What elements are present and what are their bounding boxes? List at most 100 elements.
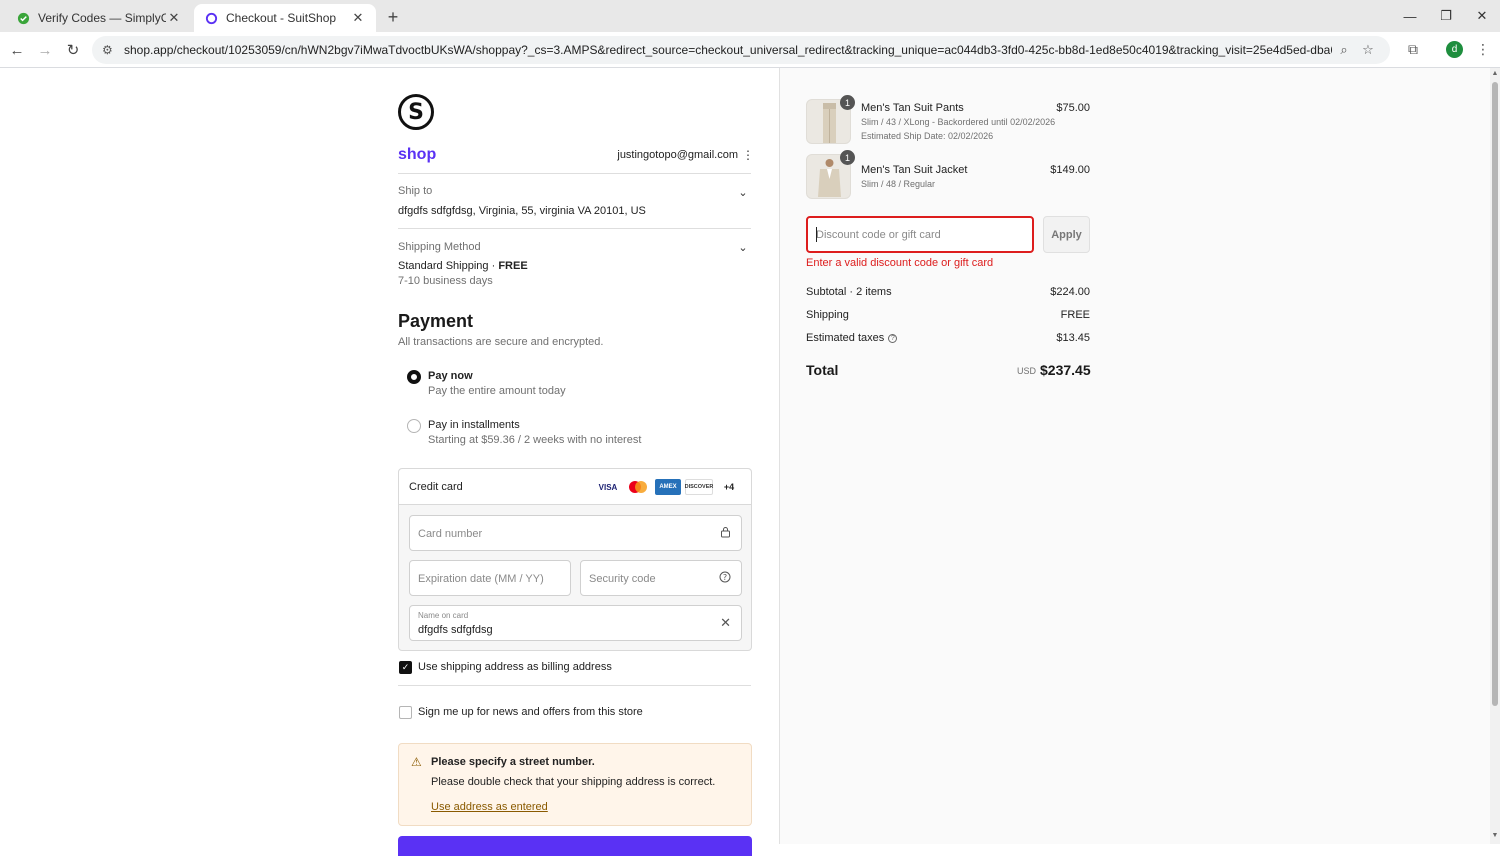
credit-card-header[interactable]: Credit card VISA AMEX DISCOVER +4 <box>399 469 751 505</box>
tab-title: Checkout - SuitShop <box>226 11 337 25</box>
scrollbar-thumb[interactable] <box>1492 82 1498 706</box>
shipping-method-label: Shipping Method <box>398 241 481 253</box>
close-tab-icon[interactable]: ✕ <box>166 10 182 26</box>
billing-same-checkbox[interactable]: ✓ <box>399 661 412 674</box>
pay-installments-radio[interactable] <box>407 419 421 433</box>
taxes-row: Estimated taxes? <box>806 332 898 344</box>
tab-bar: Verify Codes — SimplyCodes ✕ Checkout - … <box>0 0 1500 32</box>
pay-now-radio[interactable] <box>407 370 421 384</box>
item-price: $75.00 <box>1056 102 1090 114</box>
divider <box>398 685 751 686</box>
back-icon[interactable]: ← <box>5 38 29 62</box>
url-text[interactable]: shop.app/checkout/10253059/cn/hWN2bgv7iM… <box>124 43 1332 57</box>
expiration-placeholder: Expiration date (MM / YY) <box>418 573 544 585</box>
expiration-date-input[interactable]: Expiration date (MM / YY) <box>409 560 571 596</box>
separator: · <box>491 260 496 272</box>
discover-icon: DISCOVER <box>685 479 713 495</box>
mastercard-icon <box>625 479 651 495</box>
account-menu-icon[interactable]: ⋮ <box>742 148 754 162</box>
billing-same-label[interactable]: Use shipping address as billing address <box>418 661 612 673</box>
amex-icon: AMEX <box>655 479 681 495</box>
lock-icon <box>720 526 731 541</box>
payment-subtitle: All transactions are secure and encrypte… <box>398 336 604 348</box>
tab-verify-codes[interactable]: Verify Codes — SimplyCodes ✕ <box>6 4 192 32</box>
pay-installments-subtitle: Starting at $59.36 / 2 weeks with no int… <box>428 434 642 446</box>
shipping-eta: 7-10 business days <box>398 275 493 287</box>
tab-title: Verify Codes — SimplyCodes <box>38 11 166 25</box>
reload-icon[interactable]: ↻ <box>61 38 85 62</box>
subtotal-value: $224.00 <box>1050 286 1090 298</box>
site-info-icon[interactable]: ⚙ <box>102 43 120 57</box>
account-email: justingotopo@gmail.com <box>617 149 738 161</box>
tab-checkout[interactable]: Checkout - SuitShop ✕ <box>194 4 376 32</box>
address-warning-banner: ⚠ Please specify a street number. Please… <box>398 743 752 826</box>
warning-body: Please double check that your shipping a… <box>431 776 716 788</box>
zoom-icon[interactable]: ⌕ <box>1332 42 1356 58</box>
item-price: $149.00 <box>1050 164 1090 176</box>
profile-avatar[interactable]: d <box>1446 41 1463 58</box>
new-tab-icon[interactable]: + <box>382 6 404 28</box>
credit-card-panel: Credit card VISA AMEX DISCOVER +4 Card n… <box>398 468 752 651</box>
total-currency: USD <box>1016 366 1036 376</box>
ship-to-label: Ship to <box>398 185 433 197</box>
quantity-badge: 1 <box>840 95 855 110</box>
simplycodes-favicon-icon <box>16 11 30 25</box>
name-on-card-input[interactable]: Name on card dfgdfs sdfgfdsg ✕ <box>409 605 742 641</box>
address-bar[interactable]: ⚙ shop.app/checkout/10253059/cn/hWN2bgv7… <box>92 36 1390 64</box>
store-logo: S <box>398 94 434 130</box>
payment-title: Payment <box>398 311 474 331</box>
svg-text:?: ? <box>723 573 727 582</box>
restore-icon[interactable]: ❐ <box>1428 0 1464 32</box>
shop-pay-logo: shop <box>398 146 437 163</box>
item-name: Men's Tan Suit Pants <box>861 102 964 114</box>
item-name: Men's Tan Suit Jacket <box>861 164 968 176</box>
name-on-card-label: Name on card <box>418 611 469 620</box>
card-number-placeholder: Card number <box>418 528 483 540</box>
close-window-icon[interactable]: ✕ <box>1464 0 1500 32</box>
shipping-method-chevron-down-icon[interactable]: ⌄ <box>734 238 752 256</box>
help-circle-icon[interactable]: ? <box>719 571 731 586</box>
shipping-method-value: Standard Shipping · FREE <box>398 260 528 272</box>
use-address-as-entered-link[interactable]: Use address as entered <box>431 801 548 813</box>
divider <box>398 228 751 229</box>
item-variant: Slim / 43 / XLong - Backordered until 02… <box>861 117 1056 127</box>
shipping-label: Shipping <box>806 309 849 321</box>
warning-title: Please specify a street number. <box>431 756 595 768</box>
pay-now-subtitle: Pay the entire amount today <box>428 385 566 397</box>
newsletter-checkbox[interactable] <box>399 706 412 719</box>
pay-now-button[interactable] <box>398 836 752 856</box>
warning-triangle-icon: ⚠ <box>411 755 422 769</box>
clear-input-icon[interactable]: ✕ <box>720 615 731 631</box>
security-code-input[interactable]: Security code ? <box>580 560 742 596</box>
apply-discount-button[interactable]: Apply <box>1043 216 1090 253</box>
pay-installments-title[interactable]: Pay in installments <box>428 419 520 431</box>
ship-to-chevron-down-icon[interactable]: ⌄ <box>734 183 752 201</box>
bookmark-star-icon[interactable]: ☆ <box>1356 42 1380 58</box>
discount-code-input[interactable]: Discount code or gift card <box>806 216 1034 253</box>
subtotal-label: Subtotal · 2 items <box>806 286 892 298</box>
quantity-badge: 1 <box>840 150 855 165</box>
ship-to-address: dfgdfs sdfgfdsg, Virginia, 55, virginia … <box>398 205 646 217</box>
taxes-label: Estimated taxes <box>806 332 885 344</box>
name-on-card-value[interactable]: dfgdfs sdfgfdsg <box>418 624 493 636</box>
checkout-page: S shop justingotopo@gmail.com ⋮ Ship to … <box>0 68 1500 856</box>
discount-error: Enter a valid discount code or gift card <box>806 257 994 269</box>
card-number-input[interactable]: Card number <box>409 515 742 551</box>
taxes-help-icon[interactable]: ? <box>888 334 898 343</box>
extensions-icon[interactable]: ⧉ <box>1402 38 1424 60</box>
page-scrollbar[interactable]: ▲ ▼ <box>1490 68 1500 844</box>
browser-toolbar: ← → ↻ ⚙ shop.app/checkout/10253059/cn/hW… <box>0 32 1500 68</box>
pay-now-title[interactable]: Pay now <box>428 370 473 382</box>
divider <box>398 173 751 174</box>
scroll-down-icon[interactable]: ▼ <box>1491 832 1499 839</box>
security-code-placeholder: Security code <box>589 573 656 585</box>
more-brands-count: +4 <box>723 482 735 492</box>
item-variant: Slim / 48 / Regular <box>861 179 936 189</box>
newsletter-label[interactable]: Sign me up for news and offers from this… <box>418 706 643 718</box>
minimize-icon[interactable]: — <box>1392 0 1428 32</box>
close-tab-icon[interactable]: ✕ <box>350 10 366 26</box>
scroll-up-icon[interactable]: ▲ <box>1491 70 1499 77</box>
browser-menu-icon[interactable]: ⋮ <box>1474 38 1492 60</box>
shipping-method-name: Standard Shipping <box>398 260 489 272</box>
forward-icon[interactable]: → <box>33 38 57 62</box>
